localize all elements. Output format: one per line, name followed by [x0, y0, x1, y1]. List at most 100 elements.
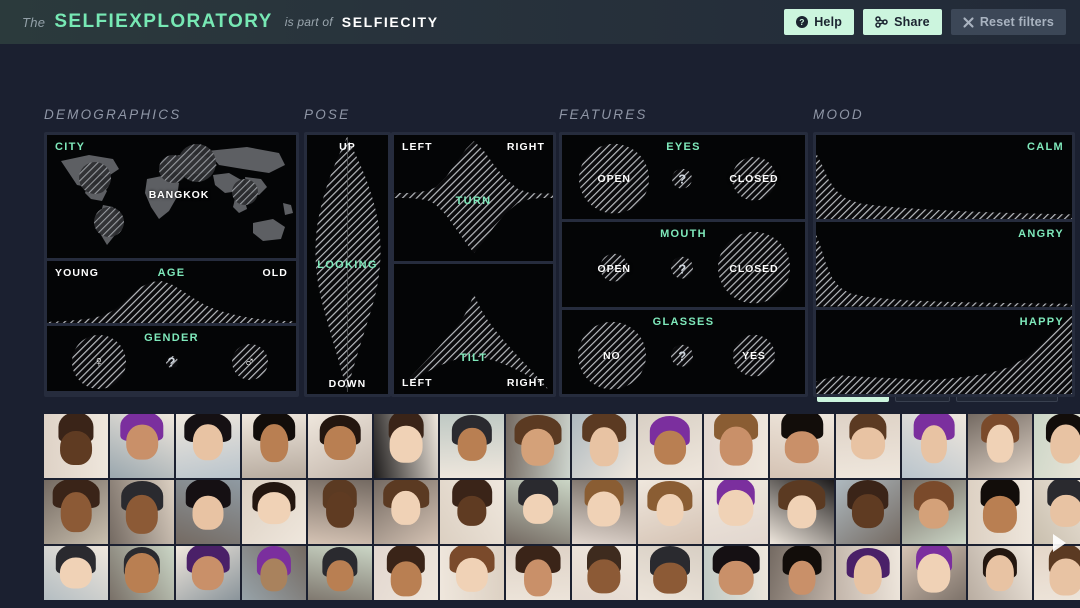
selfie-thumbnail[interactable] — [242, 414, 306, 478]
looking-group: UP LOOKING DOWN — [304, 132, 391, 397]
header-actions: ? Help Share Reset filters — [784, 9, 1066, 35]
selfie-thumbnail[interactable] — [836, 480, 900, 544]
selfie-thumbnail[interactable] — [110, 480, 174, 544]
selfie-thumbnail[interactable] — [242, 480, 306, 544]
happy-filter-panel[interactable]: HAPPY — [816, 309, 1072, 394]
selfie-thumbnail[interactable] — [1034, 546, 1080, 600]
selfie-thumbnail[interactable] — [176, 480, 240, 544]
share-button-label: Share — [894, 15, 930, 29]
looking-filter-panel[interactable]: UP LOOKING DOWN — [307, 135, 388, 394]
selfie-thumbnail[interactable] — [374, 414, 438, 478]
age-filter-panel[interactable]: AGE YOUNG OLD — [47, 261, 296, 323]
selfie-thumbnail[interactable] — [308, 546, 372, 600]
selfie-thumbnail[interactable] — [968, 546, 1032, 600]
filter-board: DEMOGRAPHICS POSE FEATURES MOOD CITY BAN… — [0, 44, 1080, 397]
selfie-thumbnail[interactable] — [176, 546, 240, 600]
selfie-thumbnail[interactable] — [242, 546, 306, 600]
column-title-features: FEATURES — [559, 107, 648, 122]
app-header: The SELFIEXPLORATORY is part of SELFIECI… — [0, 0, 1080, 44]
selfie-thumbnail[interactable] — [44, 480, 108, 544]
turn-distribution-chart — [394, 135, 553, 261]
mood-group: CALM ANGRY HAPPY — [813, 132, 1075, 397]
selfie-thumbnail[interactable] — [440, 414, 504, 478]
reset-filters-button[interactable]: Reset filters — [950, 9, 1066, 35]
selfie-thumbnail[interactable] — [902, 546, 966, 600]
selfie-thumbnail[interactable] — [1034, 414, 1080, 478]
calm-filter-panel[interactable]: CALM — [816, 135, 1072, 220]
selfie-grid-container[interactable] — [0, 414, 1080, 600]
column-title-pose: POSE — [304, 107, 351, 122]
tilt-distribution-chart — [394, 264, 553, 394]
tilt-filter-panel[interactable]: LEFT RIGHT TILT — [394, 264, 553, 394]
selfie-thumbnail[interactable] — [770, 414, 834, 478]
demographics-group: CITY BANGKOK AGE YOUNG OLD GENDER ♀ ? ♂ — [44, 132, 299, 397]
turn-filter-panel[interactable]: LEFT RIGHT TURN — [394, 135, 553, 261]
question-circle-icon: ? — [796, 16, 809, 28]
brand-connector: is part of — [284, 15, 333, 29]
glasses-bubbles — [562, 309, 805, 394]
selfie-thumbnail[interactable] — [440, 480, 504, 544]
selfie-thumbnail[interactable] — [110, 414, 174, 478]
angry-filter-panel[interactable]: ANGRY — [816, 222, 1072, 307]
city-filter-panel[interactable]: CITY BANGKOK — [47, 135, 296, 258]
eyes-bubbles — [562, 135, 805, 220]
selfie-thumbnail[interactable] — [44, 546, 108, 600]
selfie-thumbnail[interactable] — [506, 546, 570, 600]
selfie-thumbnail[interactable] — [506, 480, 570, 544]
glasses-filter-panel[interactable]: GLASSES NO ? YES — [562, 309, 805, 394]
reset-filters-label: Reset filters — [979, 15, 1054, 29]
selfie-thumbnail[interactable] — [704, 546, 768, 600]
brand-prefix: The — [22, 14, 46, 30]
selfie-thumbnail[interactable] — [440, 546, 504, 600]
selfie-thumbnail[interactable] — [506, 414, 570, 478]
selfie-thumbnail[interactable] — [638, 546, 702, 600]
turn-tilt-group: LEFT RIGHT TURN LEFT RIGHT TILT — [391, 132, 556, 397]
selfie-grid — [44, 414, 1080, 600]
happy-distribution-chart — [816, 309, 1072, 394]
selfie-thumbnail[interactable] — [902, 414, 966, 478]
selfie-thumbnail[interactable] — [968, 480, 1032, 544]
column-title-mood: MOOD — [813, 107, 864, 122]
age-distribution-chart — [47, 261, 296, 323]
selfie-thumbnail[interactable] — [374, 546, 438, 600]
mouth-bubbles — [562, 222, 805, 307]
looking-distribution-chart — [307, 135, 388, 394]
selfie-thumbnail[interactable] — [770, 480, 834, 544]
gender-bubbles — [47, 326, 296, 391]
selfie-thumbnail[interactable] — [968, 414, 1032, 478]
selfie-thumbnail[interactable] — [374, 480, 438, 544]
selfie-thumbnail[interactable] — [902, 480, 966, 544]
gender-filter-panel[interactable]: GENDER ♀ ? ♂ — [47, 326, 296, 391]
selfie-thumbnail[interactable] — [308, 414, 372, 478]
column-title-demographics: DEMOGRAPHICS — [44, 107, 182, 122]
share-button[interactable]: Share — [863, 9, 942, 35]
selfie-thumbnail[interactable] — [572, 480, 636, 544]
brand-title: SELFIEXPLORATORY — [54, 11, 273, 32]
world-map — [47, 135, 296, 258]
selfie-thumbnail[interactable] — [572, 546, 636, 600]
selfie-thumbnail[interactable] — [770, 546, 834, 600]
selfie-thumbnail[interactable] — [572, 414, 636, 478]
brand-suite: SELFIECITY — [341, 14, 439, 30]
selfie-thumbnail[interactable] — [836, 546, 900, 600]
next-page-arrow-icon[interactable] — [1053, 534, 1066, 552]
close-x-icon — [963, 16, 974, 28]
selfie-thumbnail[interactable] — [704, 480, 768, 544]
selfie-thumbnail[interactable] — [44, 414, 108, 478]
help-button[interactable]: ? Help — [784, 9, 855, 35]
selfie-thumbnail[interactable] — [638, 414, 702, 478]
selfie-thumbnail[interactable] — [176, 414, 240, 478]
selfie-thumbnail[interactable] — [704, 414, 768, 478]
help-button-label: Help — [814, 15, 843, 29]
mouth-filter-panel[interactable]: MOUTH OPEN ? CLOSED — [562, 222, 805, 307]
svg-text:?: ? — [799, 17, 804, 27]
eyes-filter-panel[interactable]: EYES OPEN ? CLOSED — [562, 135, 805, 220]
link-icon — [875, 16, 888, 28]
features-group: EYES OPEN ? CLOSED MOUTH OPEN ? CLOSED G… — [559, 132, 808, 397]
calm-distribution-chart — [816, 135, 1072, 220]
selfie-thumbnail[interactable] — [836, 414, 900, 478]
angry-distribution-chart — [816, 222, 1072, 307]
selfie-thumbnail[interactable] — [110, 546, 174, 600]
selfie-thumbnail[interactable] — [308, 480, 372, 544]
selfie-thumbnail[interactable] — [638, 480, 702, 544]
